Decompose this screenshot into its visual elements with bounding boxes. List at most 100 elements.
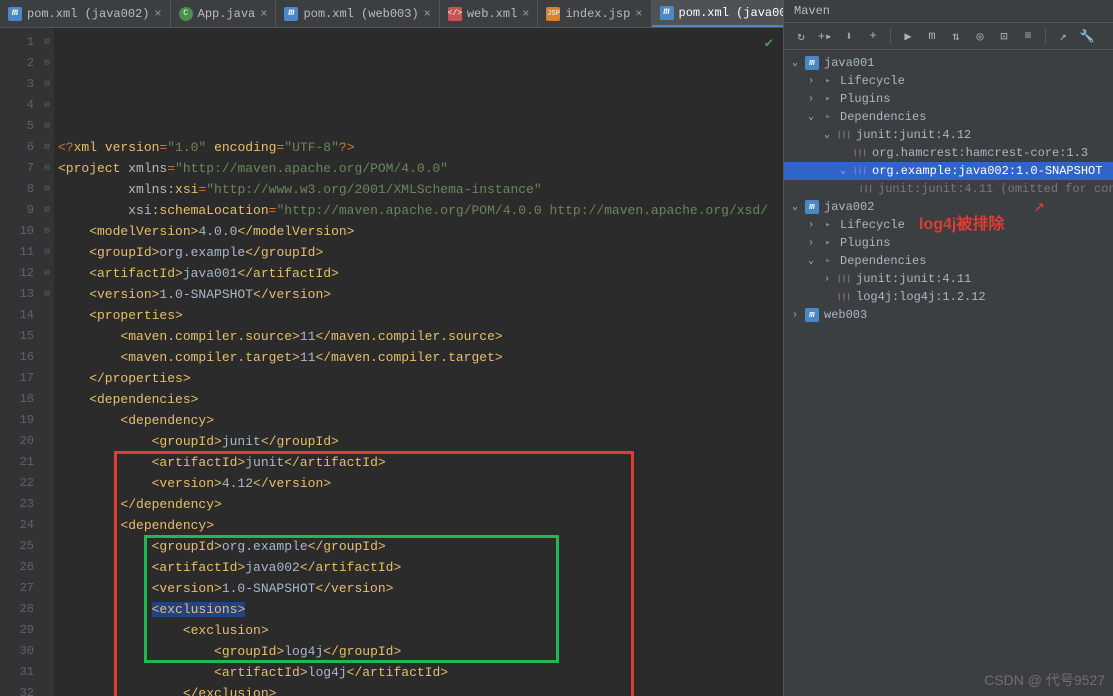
toolbar-button[interactable]: m: [923, 27, 941, 45]
code-line[interactable]: <dependency>: [58, 515, 783, 536]
close-icon[interactable]: ×: [260, 7, 267, 21]
editor-area: mpom.xml (java002)×CApp.java×mpom.xml (w…: [0, 0, 783, 696]
code-line[interactable]: <maven.compiler.target>11</maven.compile…: [58, 347, 783, 368]
chevron-right-icon[interactable]: ›: [790, 310, 800, 321]
code-line[interactable]: <version>1.0-SNAPSHOT</version>: [58, 578, 783, 599]
close-icon[interactable]: ×: [522, 7, 529, 21]
fold-toggle[interactable]: ⊟: [40, 158, 54, 179]
code-line[interactable]: <artifactId>java001</artifactId>: [58, 263, 783, 284]
chevron-down-icon[interactable]: ⌄: [838, 165, 848, 177]
code-line[interactable]: <groupId>log4j</groupId>: [58, 641, 783, 662]
chevron-right-icon[interactable]: ›: [806, 94, 816, 105]
chevron-right-icon[interactable]: ›: [806, 238, 816, 249]
editor-tab[interactable]: mpom.xml (java002)×: [0, 0, 171, 27]
code-line[interactable]: <version>1.0-SNAPSHOT</version>: [58, 284, 783, 305]
close-icon[interactable]: ×: [154, 7, 161, 21]
chevron-down-icon[interactable]: ⌄: [790, 57, 800, 69]
tree-node[interactable]: ⌄▸Dependencies: [784, 252, 1113, 270]
toolbar-button[interactable]: ⊡: [995, 27, 1013, 45]
code-line[interactable]: <dependency>: [58, 410, 783, 431]
editor-tab[interactable]: JSPindex.jsp×: [538, 0, 651, 27]
chevron-down-icon[interactable]: ⌄: [822, 129, 832, 141]
fold-toggle[interactable]: ⊟: [40, 74, 54, 95]
tree-node[interactable]: ›mweb003: [784, 306, 1113, 324]
chevron-right-icon[interactable]: ›: [806, 76, 816, 87]
line-number: 15: [0, 326, 34, 347]
toolbar-button[interactable]: ⇅: [947, 27, 965, 45]
chevron-right-icon[interactable]: ›: [806, 220, 816, 231]
chevron-down-icon[interactable]: ⌄: [790, 201, 800, 213]
toolbar-button[interactable]: 🔧: [1078, 27, 1096, 45]
toolbar-button[interactable]: ▶: [899, 27, 917, 45]
line-number: 20: [0, 431, 34, 452]
tree-node[interactable]: ›▸Lifecycle: [784, 72, 1113, 90]
toolbar-button[interactable]: ↻: [792, 27, 810, 45]
toolbar-button[interactable]: +▸: [816, 27, 834, 45]
fold-toggle[interactable]: ⊟: [40, 284, 54, 305]
code-line[interactable]: <modelVersion>4.0.0</modelVersion>: [58, 221, 783, 242]
code-area[interactable]: ✔ <?xml version="1.0" encoding="UTF-8"?>…: [54, 28, 783, 696]
code-line[interactable]: <artifactId>junit</artifactId>: [58, 452, 783, 473]
code-line[interactable]: <project xmlns="http://maven.apache.org/…: [58, 158, 783, 179]
fold-toggle[interactable]: ⊟: [40, 242, 54, 263]
editor-body[interactable]: 1234567891011121314151617181920212223242…: [0, 28, 783, 696]
fold-toggle[interactable]: ⊟: [40, 263, 54, 284]
code-line[interactable]: </exclusion>: [58, 683, 783, 696]
toolbar-button[interactable]: ◎: [971, 27, 989, 45]
code-line[interactable]: <?xml version="1.0" encoding="UTF-8"?>: [58, 137, 783, 158]
tree-node[interactable]: |||org.hamcrest:hamcrest-core:1.3: [784, 144, 1113, 162]
code-line[interactable]: <properties>: [58, 305, 783, 326]
fold-toggle[interactable]: ⊟: [40, 179, 54, 200]
code-line[interactable]: <dependencies>: [58, 389, 783, 410]
code-line[interactable]: <groupId>org.example</groupId>: [58, 536, 783, 557]
toolbar-button[interactable]: +: [864, 27, 882, 45]
code-line[interactable]: </dependency>: [58, 494, 783, 515]
code-line[interactable]: <exclusion>: [58, 620, 783, 641]
chevron-down-icon[interactable]: ⌄: [806, 255, 816, 267]
tree-node[interactable]: ⌄|||junit:junit:4.12: [784, 126, 1113, 144]
toolbar-button[interactable]: ≡: [1019, 27, 1037, 45]
tree-node[interactable]: ⌄mjava001: [784, 54, 1113, 72]
toolbar-button[interactable]: ⬇: [840, 27, 858, 45]
tree-node-label: org.hamcrest:hamcrest-core:1.3: [872, 146, 1088, 160]
line-number: 22: [0, 473, 34, 494]
fold-toggle[interactable]: ⊟: [40, 95, 54, 116]
fold-toggle[interactable]: ⊟: [40, 221, 54, 242]
code-line[interactable]: <artifactId>log4j</artifactId>: [58, 662, 783, 683]
fold-toggle[interactable]: ⊟: [40, 53, 54, 74]
fold-toggle[interactable]: ⊟: [40, 200, 54, 221]
close-icon[interactable]: ×: [424, 7, 431, 21]
tree-node[interactable]: |||log4j:log4j:1.2.12: [784, 288, 1113, 306]
chevron-down-icon[interactable]: ⌄: [806, 111, 816, 123]
code-line[interactable]: xmlns:xsi="http://www.w3.org/2001/XMLSch…: [58, 179, 783, 200]
line-number: 4: [0, 95, 34, 116]
code-line[interactable]: <exclusions>: [58, 599, 783, 620]
toolbar-separator: [890, 28, 891, 44]
code-line[interactable]: <maven.compiler.source>11</maven.compile…: [58, 326, 783, 347]
tree-node[interactable]: ›|||junit:junit:4.11: [784, 270, 1113, 288]
chevron-right-icon[interactable]: ›: [822, 274, 832, 285]
tree-node[interactable]: ⌄▸Dependencies: [784, 108, 1113, 126]
code-line[interactable]: xsi:schemaLocation="http://maven.apache.…: [58, 200, 783, 221]
tree-node[interactable]: ⌄|||org.example:java002:1.0-SNAPSHOT: [784, 162, 1113, 180]
code-line[interactable]: <groupId>org.example</groupId>: [58, 242, 783, 263]
fold-toggle[interactable]: ⊟: [40, 32, 54, 53]
tree-node[interactable]: ›▸Plugins: [784, 234, 1113, 252]
line-number: 31: [0, 662, 34, 683]
editor-tab[interactable]: CApp.java×: [171, 0, 277, 27]
tree-node[interactable]: |||junit:junit:4.11 (omitted for conflic…: [784, 180, 1113, 198]
code-line[interactable]: </properties>: [58, 368, 783, 389]
toolbar-button[interactable]: ↗: [1054, 27, 1072, 45]
editor-tab[interactable]: mpom.xml (web003)×: [276, 0, 439, 27]
maven-tree[interactable]: log4j被排除 ↗ ⌄mjava001›▸Lifecycle›▸Plugins…: [784, 50, 1113, 696]
fold-column[interactable]: ⊟⊟⊟⊟⊟⊟⊟⊟⊟⊟⊟⊟⊟: [40, 28, 54, 696]
fold-toggle[interactable]: ⊟: [40, 116, 54, 137]
line-number: 6: [0, 137, 34, 158]
close-icon[interactable]: ×: [635, 7, 642, 21]
code-line[interactable]: <artifactId>java002</artifactId>: [58, 557, 783, 578]
fold-toggle[interactable]: ⊟: [40, 137, 54, 158]
code-line[interactable]: <groupId>junit</groupId>: [58, 431, 783, 452]
editor-tab[interactable]: </>web.xml×: [440, 0, 539, 27]
code-line[interactable]: <version>4.12</version>: [58, 473, 783, 494]
tree-node[interactable]: ›▸Plugins: [784, 90, 1113, 108]
